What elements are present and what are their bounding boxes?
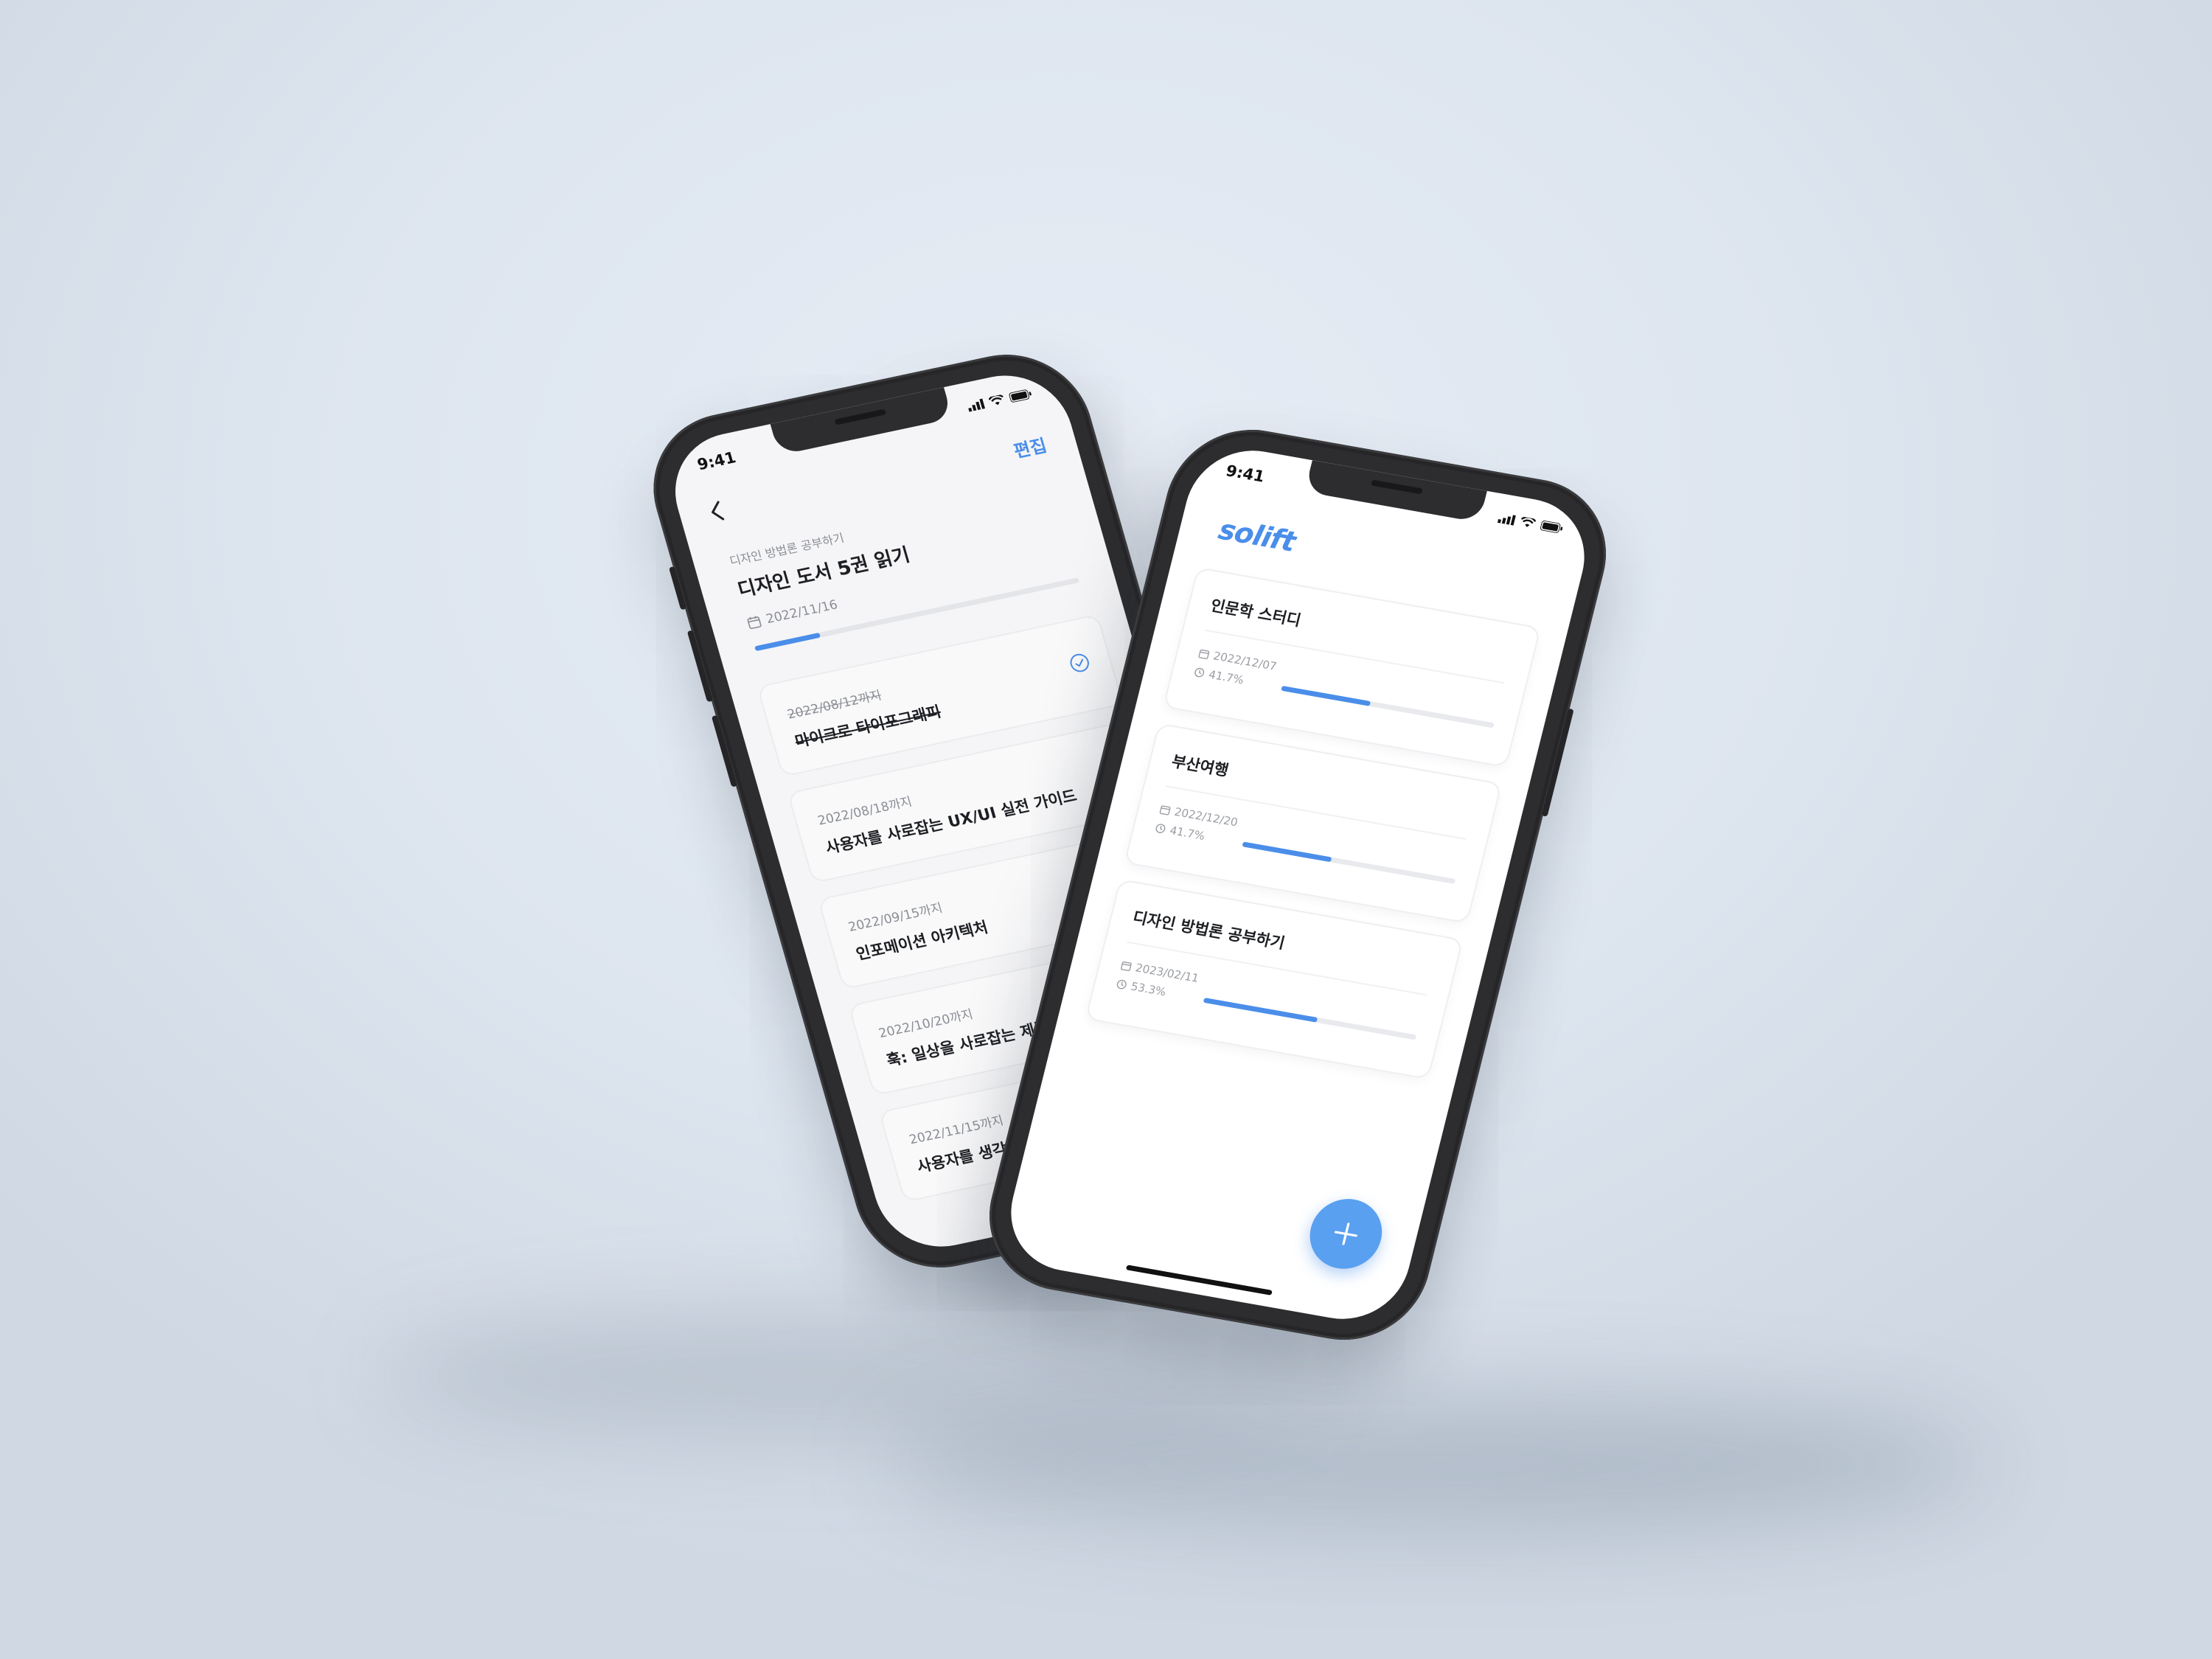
clock-icon (1155, 824, 1166, 834)
book-check-button[interactable] (1067, 651, 1093, 678)
edit-button[interactable]: 편집 (1010, 431, 1049, 462)
goal-date-text: 2022/11/16 (764, 597, 840, 627)
home-indicator[interactable] (1125, 1265, 1273, 1295)
status-icons (1497, 512, 1564, 534)
status-icons (967, 389, 1033, 412)
wifi-icon (1520, 516, 1537, 527)
goal-progress-bar (1281, 685, 1495, 728)
add-goal-button[interactable] (1302, 1193, 1390, 1275)
goal-list: 인문학 스터디 2022/12/07 41.7% 부산여행 2022/12/20 41.7… (1081, 566, 1542, 1096)
notch (770, 387, 953, 456)
signal-icon (1497, 515, 1516, 526)
notch (1304, 460, 1487, 523)
back-button[interactable] (707, 499, 728, 526)
floor-shadow (885, 1394, 1991, 1534)
status-time: 9:41 (695, 448, 738, 474)
calendar-icon (1198, 650, 1210, 660)
calendar-icon (1159, 805, 1171, 815)
wifi-icon (988, 394, 1004, 406)
battery-icon (1540, 521, 1563, 533)
signal-icon (968, 398, 986, 412)
side-button (1541, 708, 1574, 817)
goal-progress-bar (1203, 997, 1417, 1040)
plus-icon (1334, 1222, 1357, 1245)
status-time: 9:41 (1224, 462, 1267, 486)
side-button (711, 714, 738, 787)
calendar-icon (1120, 961, 1132, 972)
chevron-left-icon (712, 501, 725, 521)
side-button (686, 630, 714, 703)
side-button (668, 566, 687, 611)
check-circle-icon (1070, 653, 1089, 672)
app-logo: solift (1215, 512, 1299, 558)
clock-icon (1194, 668, 1205, 678)
clock-icon (1116, 980, 1127, 990)
goal-progress-bar (1242, 841, 1456, 884)
calendar-icon (747, 616, 762, 630)
battery-icon (1009, 389, 1032, 403)
